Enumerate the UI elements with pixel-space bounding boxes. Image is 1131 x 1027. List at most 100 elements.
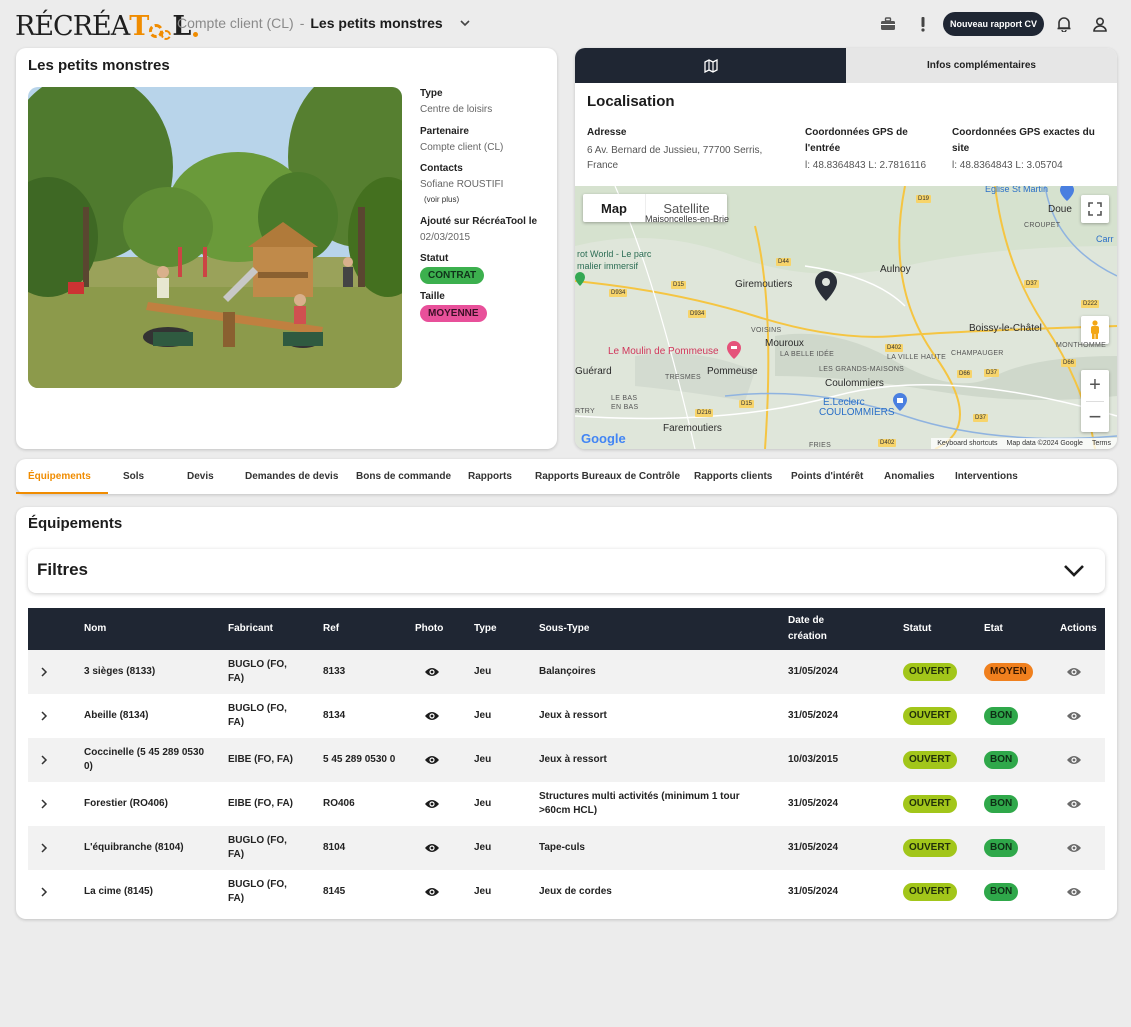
contract-status-badge: CONTRAT <box>420 267 485 284</box>
col-photo[interactable]: Photo <box>415 608 443 650</box>
terms-link[interactable]: Terms <box>1092 440 1111 447</box>
view-photo-button[interactable] <box>424 826 440 870</box>
expand-row-button[interactable] <box>40 870 48 914</box>
section-tabs: Équipements Sols Devis Demandes de devis… <box>16 459 1117 494</box>
tab-bons-commande[interactable]: Bons de commande <box>356 471 451 482</box>
road-label: D934 <box>609 289 628 297</box>
table-row[interactable]: 3 sièges (8133) BUGLO (FO, FA) 8133 Jeu … <box>28 650 1105 694</box>
breadcrumb-client[interactable]: Compte client (CL) <box>177 15 294 31</box>
view-photo-button[interactable] <box>424 694 440 738</box>
col-fabricant[interactable]: Fabricant <box>228 608 273 650</box>
tab-devis[interactable]: Devis <box>187 471 214 482</box>
equipments-table: Nom Fabricant Ref Photo Type Sous-Type D… <box>28 608 1105 914</box>
street-view-button[interactable] <box>1081 316 1109 344</box>
cell-nom: Forestier (RO406) <box>84 797 168 809</box>
tab-points-interet[interactable]: Points d'intérêt <box>791 471 863 482</box>
table-row[interactable]: L'équibranche (8104) BUGLO (FO, FA) 8104… <box>28 826 1105 870</box>
road-label: D402 <box>878 439 897 447</box>
col-actions[interactable]: Actions <box>1060 608 1097 650</box>
new-report-button[interactable]: Nouveau rapport CV <box>943 12 1044 36</box>
map-view[interactable]: Map Satellite + − Eglise St Martin Doue … <box>575 186 1117 449</box>
col-etat[interactable]: Etat <box>984 608 1003 650</box>
restaurant-poi-icon[interactable] <box>727 341 741 359</box>
bell-icon[interactable] <box>1054 14 1074 34</box>
tab-interventions[interactable]: Interventions <box>955 471 1018 482</box>
tab-rapports-bureaux[interactable]: Rapports Bureaux de Contrôle <box>535 471 680 482</box>
map-label: Doue <box>1048 204 1072 215</box>
view-photo-button[interactable] <box>424 870 440 914</box>
tab-rapports[interactable]: Rapports <box>468 471 512 482</box>
tab-map[interactable] <box>575 48 846 83</box>
cell-type: Jeu <box>474 709 492 721</box>
condition-badge: BON <box>984 883 1019 901</box>
zoom-in-button[interactable]: + <box>1089 371 1101 401</box>
col-nom[interactable]: Nom <box>84 608 106 650</box>
condition-badge: BON <box>984 795 1019 813</box>
user-icon[interactable] <box>1090 14 1110 34</box>
alert-icon[interactable] <box>913 14 933 34</box>
col-sous-type[interactable]: Sous-Type <box>539 608 589 650</box>
tab-extra-info[interactable]: Infos complémentaires <box>846 48 1117 83</box>
chevron-down-icon[interactable] <box>459 17 471 29</box>
cell-fabricant: BUGLO (FO, FA) <box>228 658 287 685</box>
col-statut[interactable]: Statut <box>903 608 931 650</box>
col-date[interactable]: Date de création <box>788 608 844 650</box>
map-label: Boissy-le-Châtel <box>969 323 1042 334</box>
briefcase-icon[interactable] <box>878 14 898 34</box>
view-photo-button[interactable] <box>424 782 440 826</box>
type-value: Centre de loisirs <box>420 104 493 115</box>
view-details-button[interactable] <box>1066 826 1082 870</box>
chevron-down-icon[interactable] <box>1063 563 1085 579</box>
church-poi-icon[interactable] <box>1060 186 1074 201</box>
park-poi-icon[interactable] <box>575 272 585 286</box>
breadcrumb: Compte client (CL) - Les petits monstres <box>177 15 471 31</box>
view-details-button[interactable] <box>1066 650 1082 694</box>
table-row[interactable]: Abeille (8134) BUGLO (FO, FA) 8134 Jeu J… <box>28 694 1105 738</box>
cell-nom: Coccinelle (5 45 289 0530 0) <box>84 746 205 773</box>
eye-icon <box>425 756 439 764</box>
zoom-out-button[interactable]: − <box>1089 402 1102 432</box>
view-photo-button[interactable] <box>424 650 440 694</box>
tab-anomalies[interactable]: Anomalies <box>884 471 935 482</box>
view-details-button[interactable] <box>1066 870 1082 914</box>
tab-equipements[interactable]: Équipements <box>28 471 91 482</box>
filters-panel[interactable]: Filtres <box>28 549 1105 593</box>
col-type[interactable]: Type <box>474 608 497 650</box>
view-details-button[interactable] <box>1066 694 1082 738</box>
view-details-button[interactable] <box>1066 738 1082 782</box>
expand-row-button[interactable] <box>40 650 48 694</box>
eye-icon <box>1067 888 1081 896</box>
equipments-title: Équipements <box>28 515 123 532</box>
table-row[interactable]: La cime (8145) BUGLO (FO, FA) 8145 Jeu J… <box>28 870 1105 914</box>
map-label: CROUPET <box>1024 222 1061 229</box>
address-value: 6 Av. Bernard de Jussieu, 77700 Serris, … <box>587 144 763 172</box>
road-label: D402 <box>885 344 904 352</box>
contacts-value: Sofiane ROUSTIFI <box>420 179 504 190</box>
table-row[interactable]: Forestier (RO406) EIBE (FO, FA) RO406 Je… <box>28 782 1105 826</box>
tab-rapports-clients[interactable]: Rapports clients <box>694 471 772 482</box>
expand-row-button[interactable] <box>40 782 48 826</box>
cell-fabricant: BUGLO (FO, FA) <box>228 878 287 905</box>
col-ref[interactable]: Ref <box>323 608 339 650</box>
table-row[interactable]: Coccinelle (5 45 289 0530 0) EIBE (FO, F… <box>28 738 1105 782</box>
size-badge: MOYENNE <box>420 305 487 322</box>
expand-row-button[interactable] <box>40 826 48 870</box>
map-type-map-button[interactable]: Map <box>583 194 645 222</box>
tab-demandes-devis[interactable]: Demandes de devis <box>245 471 338 482</box>
view-photo-button[interactable] <box>424 738 440 782</box>
see-more-link[interactable]: (voir plus) <box>424 195 550 204</box>
location-tabs: Infos complémentaires <box>575 48 1117 83</box>
site-meta: Type Centre de loisirs Partenaire Compte… <box>420 88 550 329</box>
cell-sous-type: Balançoires <box>539 665 596 677</box>
keyboard-shortcuts-link[interactable]: Keyboard shortcuts <box>937 440 997 447</box>
expand-row-button[interactable] <box>40 694 48 738</box>
chevron-right-icon <box>41 711 48 721</box>
fullscreen-button[interactable] <box>1081 195 1109 223</box>
expand-row-button[interactable] <box>40 738 48 782</box>
app-logo[interactable]: RÉCRÉA T L <box>15 6 199 40</box>
view-details-button[interactable] <box>1066 782 1082 826</box>
shopping-poi-icon[interactable] <box>893 393 907 411</box>
location-marker-icon[interactable] <box>815 271 837 301</box>
chevron-right-icon <box>41 887 48 897</box>
tab-sols[interactable]: Sols <box>123 471 144 482</box>
